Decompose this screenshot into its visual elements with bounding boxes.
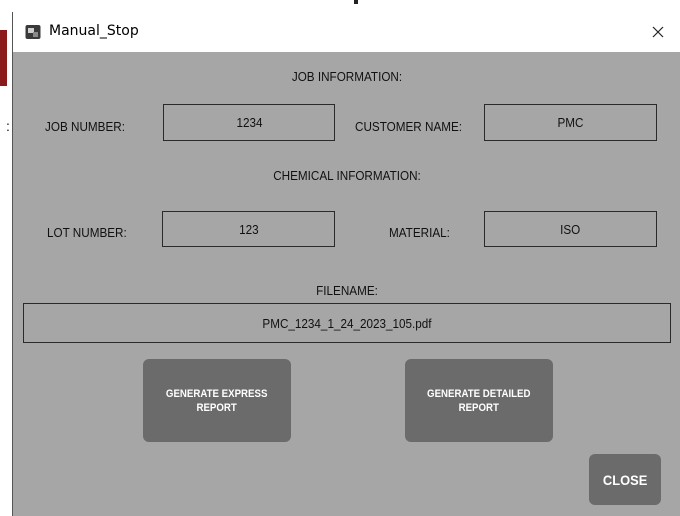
generate-express-report-label: GENERATE EXPRESS REPORT [166,387,268,414]
background-window-edge: : [0,0,12,516]
close-button[interactable]: CLOSE [589,454,661,505]
filename-field[interactable]: PMC_1234_1_24_2023_105.pdf [23,303,671,343]
lot-number-value: 123 [238,221,259,237]
filename-value: PMC_1234_1_24_2023_105.pdf [262,315,432,331]
filename-label: FILENAME: [316,283,378,298]
generate-detailed-report-label: GENERATE DETAILED REPORT [427,387,531,414]
app-icon [25,25,41,39]
job-information-heading: JOB INFORMATION: [291,69,403,84]
generate-express-report-button[interactable]: GENERATE EXPRESS REPORT [143,359,291,442]
window-close-button[interactable] [636,12,680,52]
lot-number-field[interactable]: 123 [162,211,335,247]
material-label: MATERIAL: [389,225,450,240]
customer-name-field[interactable]: PMC [484,104,657,141]
customer-name-value: PMC [557,115,584,130]
window-title: Manual_Stop [49,23,139,39]
manual-stop-dialog: Manual_Stop JOB INFORMATION: JOB NUMBER:… [12,12,680,516]
material-field[interactable]: ISO [484,211,657,247]
close-icon [652,26,664,38]
background-red-element [0,30,7,86]
material-value: ISO [560,221,581,237]
background-mark [354,0,358,4]
chemical-information-heading: CHEMICAL INFORMATION: [273,168,421,183]
background-text-fragment: : [6,118,10,134]
job-number-value: 1234 [235,115,263,130]
title-bar[interactable]: Manual_Stop [13,12,680,52]
generate-detailed-report-button[interactable]: GENERATE DETAILED REPORT [405,359,553,442]
job-number-label: JOB NUMBER: [45,119,125,134]
close-button-label: CLOSE [602,471,648,488]
job-number-field[interactable]: 1234 [163,104,335,141]
lot-number-label: LOT NUMBER: [47,225,127,240]
customer-name-label: CUSTOMER NAME: [355,119,463,134]
